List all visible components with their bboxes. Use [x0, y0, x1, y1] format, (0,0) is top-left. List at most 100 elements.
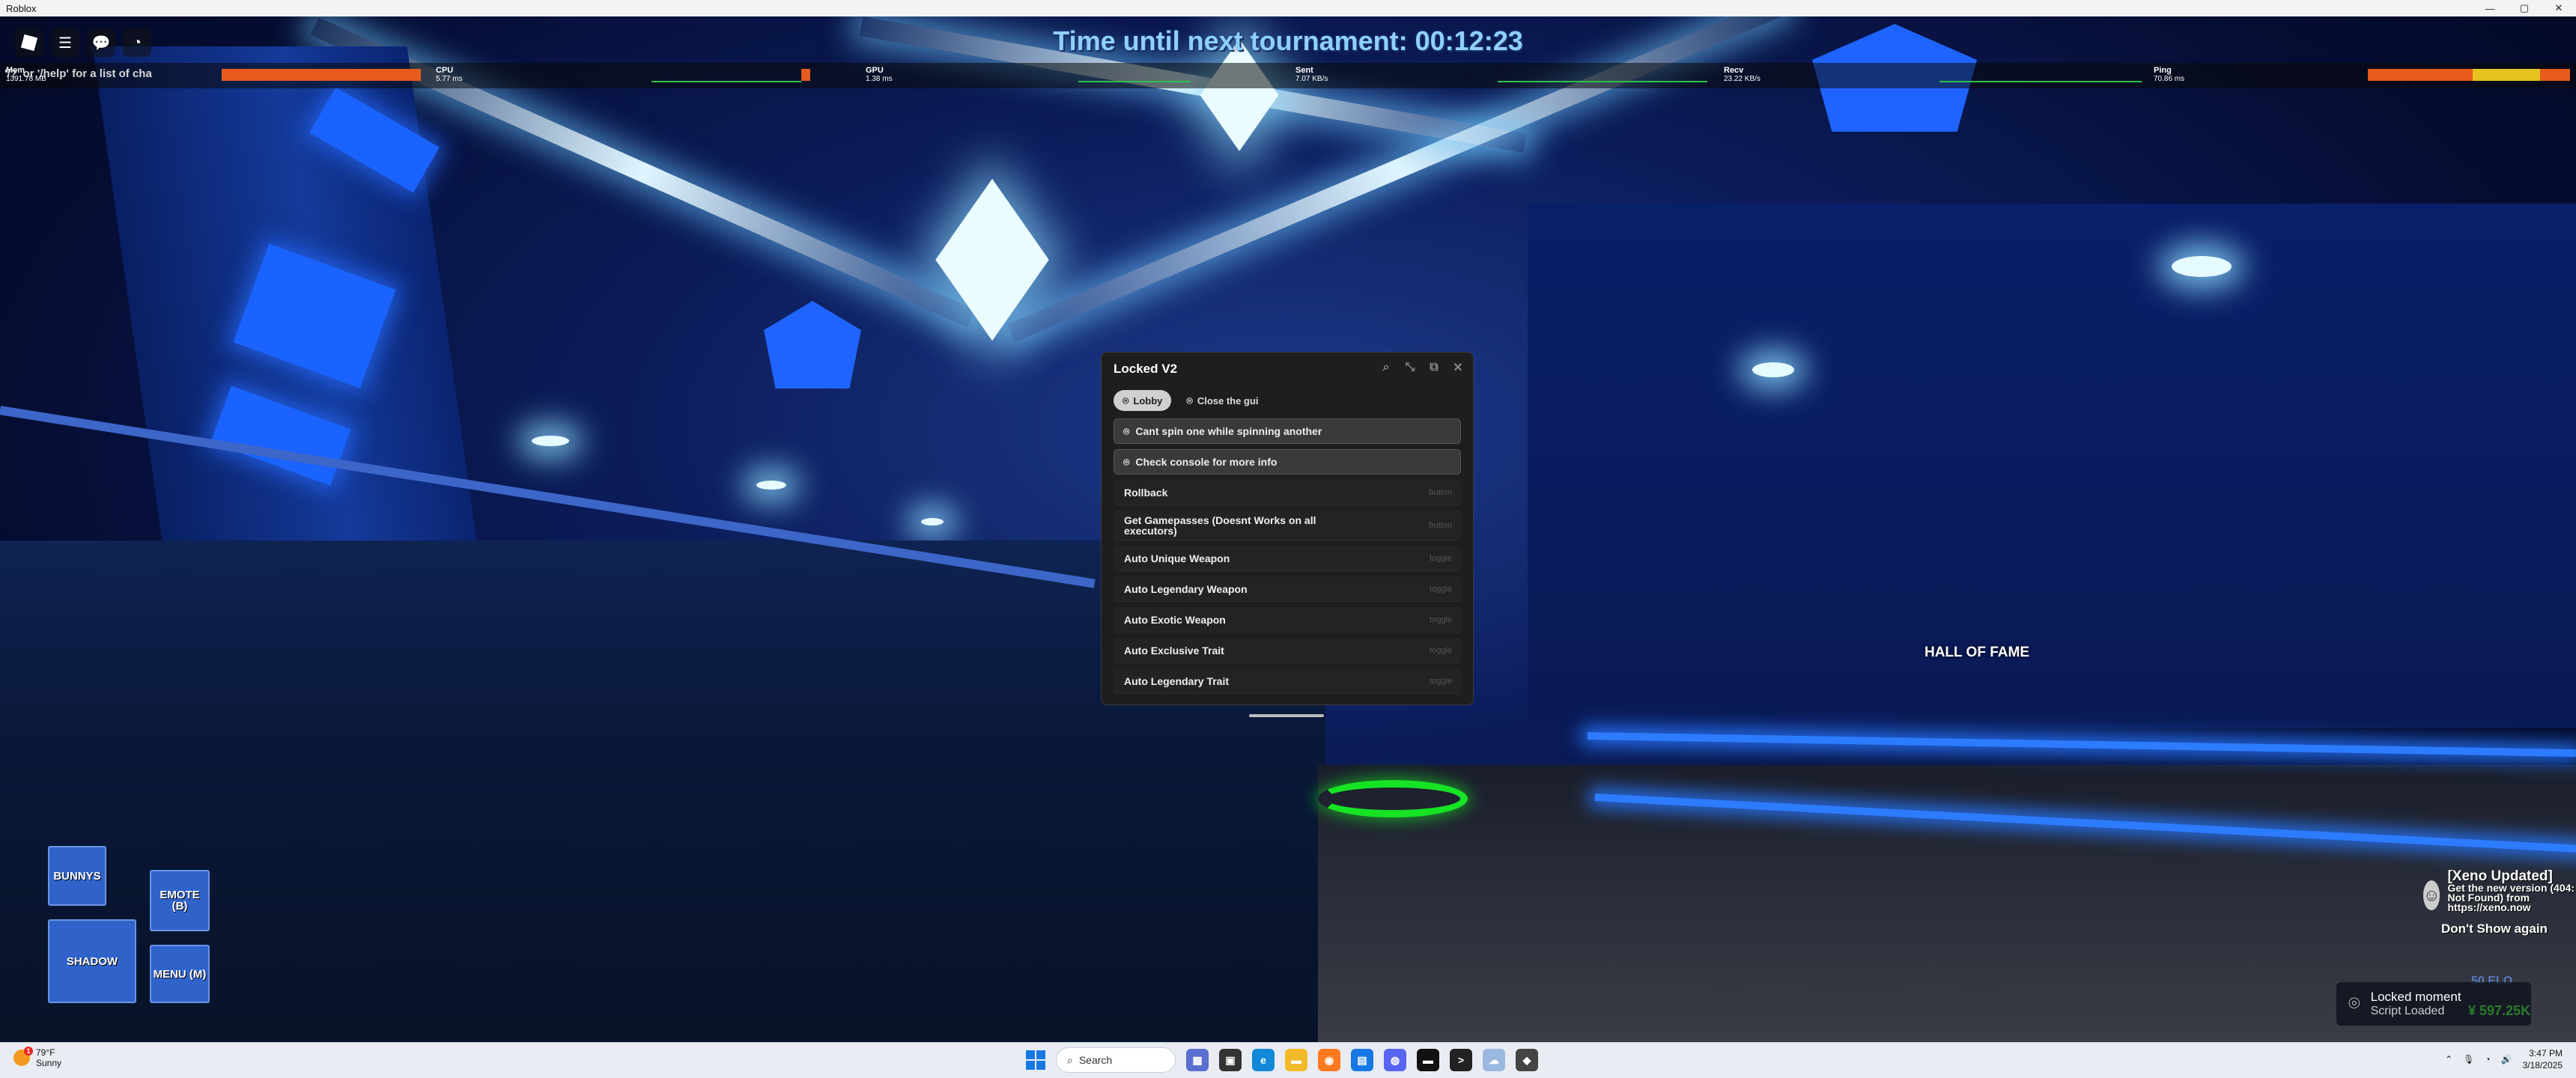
tournament-timer: Time until next tournament: 00:12:23 [1053, 25, 1523, 56]
auto-exotic-weapon-toggle[interactable]: Auto Exotic Weapon toggle [1114, 607, 1461, 633]
stat-value: 70.86 ms [2154, 75, 2185, 83]
widgets-icon[interactable]: ▦ [1186, 1049, 1209, 1071]
close-window-button[interactable]: ✕ [2542, 0, 2576, 16]
recv-graph [1939, 81, 2142, 82]
toast-subtitle: Script Loaded [2370, 1005, 2445, 1017]
spot-light [921, 518, 944, 526]
paragraph-console-info: ⌾ Check console for more info [1114, 449, 1461, 475]
xeno-message: Get the new version (404: Not Found) fro… [2447, 882, 2575, 913]
locked-v2-window[interactable]: Locked V2 ⌕ ⤡ ⧉ ✕ ⌾ Lobby ⌾ Close the gui … [1101, 352, 1474, 705]
start-button[interactable] [1026, 1050, 1045, 1070]
menu-m-button[interactable]: MENU (M) [150, 945, 210, 1003]
row-hint: toggle [1430, 584, 1452, 594]
cpu-spike [801, 69, 810, 81]
discord-icon[interactable]: ◍ [1384, 1049, 1406, 1071]
window-title: Roblox [6, 2, 37, 14]
cpu-graph [651, 81, 801, 82]
paragraph-spin-warning: ⌾ Cant spin one while spinning another [1114, 418, 1461, 444]
windows-taskbar: 1 79°F Sunny ⌕ Search ▦ ▣ e ▬ ◉ ▤ ◍ ▬ > ☁ … [0, 1042, 2576, 1078]
resize-icon[interactable]: ⤡ [1403, 360, 1418, 375]
info-icon: ⌾ [1123, 424, 1130, 437]
toast-icon: ⌾ [2348, 992, 2360, 1014]
minimize-button[interactable]: — [2473, 0, 2507, 16]
stat-recv[interactable]: Recv 23.22 KB/s [1724, 66, 1761, 84]
hall-of-fame-sign: HALL OF FAME [1924, 645, 2030, 660]
auto-exclusive-trait-toggle[interactable]: Auto Exclusive Trait toggle [1114, 638, 1461, 663]
stat-value: 1.38 ms [866, 75, 893, 83]
menu-button[interactable]: ☰ [51, 28, 79, 57]
roblox-logo-button[interactable] [15, 28, 43, 57]
dont-show-again-button[interactable]: Don't Show again [2441, 922, 2576, 937]
stat-ping[interactable]: Ping 70.86 ms [2154, 66, 2184, 84]
gui-toolbar: ⌕ ⤡ ⧉ ✕ [1379, 360, 1465, 375]
emote-button[interactable]: EMOTE (B) [150, 870, 210, 931]
rollback-button[interactable]: Rollback button [1114, 480, 1461, 505]
gui-drag-handle[interactable] [1249, 714, 1324, 717]
window-titlebar: Roblox — ▢ ✕ [0, 0, 2576, 16]
bunnys-button[interactable]: BUNNYS [48, 846, 106, 906]
spot-light [1752, 362, 1794, 377]
shadow-button[interactable]: SHADOW [48, 919, 136, 1003]
mem-bar [222, 69, 421, 81]
blue-hex-light [764, 301, 861, 389]
weather-desc: Sunny [36, 1058, 62, 1068]
row-label: Auto Exclusive Trait [1124, 644, 1224, 657]
file-explorer-icon[interactable]: ▬ [1285, 1049, 1307, 1071]
tab-icon: ⌾ [1123, 394, 1129, 406]
roblox-logo-icon [20, 34, 38, 52]
ping-bar-yellow [2473, 69, 2540, 81]
spot-light [2172, 256, 2232, 277]
mic-icon[interactable]: 🎙 [2463, 1054, 2474, 1065]
maximize-button[interactable]: ▢ [2507, 0, 2542, 16]
stat-label: Sent [1295, 66, 1313, 75]
roblox-taskbar-icon[interactable]: ◆ [1516, 1049, 1538, 1071]
stat-value: 23.22 KB/s [1724, 75, 1761, 83]
cloud-icon[interactable]: ☁ [1483, 1049, 1505, 1071]
stat-label: GPU [866, 66, 884, 75]
gui-content[interactable]: ⌾ Cant spin one while spinning another ⌾ C… [1102, 415, 1473, 702]
store-icon[interactable]: ▤ [1351, 1049, 1373, 1071]
stat-label: Ping [2154, 66, 2172, 75]
chat-button[interactable]: 💬 [87, 28, 115, 57]
row-hint: toggle [1430, 676, 1452, 686]
taskbar-search[interactable]: ⌕ Search [1056, 1047, 1176, 1073]
tab-label: Lobby [1133, 395, 1163, 406]
tab-lobby[interactable]: ⌾ Lobby [1114, 390, 1172, 411]
row-label: Auto Exotic Weapon [1124, 613, 1226, 626]
row-label: Rollback [1124, 486, 1168, 499]
close-icon[interactable]: ✕ [1450, 360, 1465, 375]
row-hint: toggle [1430, 645, 1452, 655]
row-hint: toggle [1430, 553, 1452, 563]
roblox-top-bar: ☰ 💬 ◔ [15, 28, 151, 57]
stat-sent[interactable]: Sent 7.07 KB/s [1295, 66, 1328, 84]
chevron-up-icon[interactable]: ⌃ [2445, 1054, 2452, 1065]
stat-cpu[interactable]: CPU 5.77 ms [436, 66, 463, 84]
system-tray: ⌃ 🎙 ◔ 🔊 3:47 PM 3/18/2025 [2445, 1047, 2563, 1071]
search-icon[interactable]: ⌕ [1379, 360, 1394, 375]
stat-value: 7.07 KB/s [1295, 75, 1328, 83]
tab-close-gui[interactable]: ⌾ Close the gui [1177, 390, 1267, 411]
get-gamepasses-button[interactable]: Get Gamepasses (Doesnt Works on all exec… [1114, 511, 1461, 540]
weather-temp: 79°F [36, 1047, 55, 1058]
volume-icon[interactable]: 🔊 [2501, 1054, 2512, 1065]
wifi-icon[interactable]: ◔ [2485, 1054, 2490, 1065]
firefox-icon[interactable]: ◉ [1318, 1049, 1340, 1071]
chat-icon: 💬 [91, 34, 111, 52]
spot-light [532, 436, 569, 446]
edge-icon[interactable]: e [1252, 1049, 1275, 1071]
stat-gpu[interactable]: GPU 1.38 ms [866, 66, 893, 84]
auto-legendary-trait-toggle[interactable]: Auto Legendary Trait toggle [1114, 669, 1461, 694]
task-view-icon[interactable]: ▣ [1219, 1049, 1242, 1071]
gui-header[interactable]: Locked V2 ⌕ ⤡ ⧉ ✕ [1102, 353, 1473, 386]
minimize-icon[interactable]: ⧉ [1427, 360, 1442, 375]
weather-badge: 1 [24, 1047, 33, 1056]
auto-legendary-weapon-toggle[interactable]: Auto Legendary Weapon toggle [1114, 576, 1461, 602]
weather-widget[interactable]: 1 79°F Sunny [13, 1047, 61, 1068]
performance-button[interactable]: ◔ [123, 28, 151, 57]
row-label: Auto Legendary Trait [1124, 674, 1230, 687]
auto-unique-weapon-toggle[interactable]: Auto Unique Weapon toggle [1114, 546, 1461, 571]
row-hint: button [1429, 487, 1452, 497]
cmd-icon[interactable]: > [1450, 1049, 1472, 1071]
taskbar-clock[interactable]: 3:47 PM 3/18/2025 [2523, 1047, 2563, 1071]
terminal-icon[interactable]: ▬ [1417, 1049, 1439, 1071]
